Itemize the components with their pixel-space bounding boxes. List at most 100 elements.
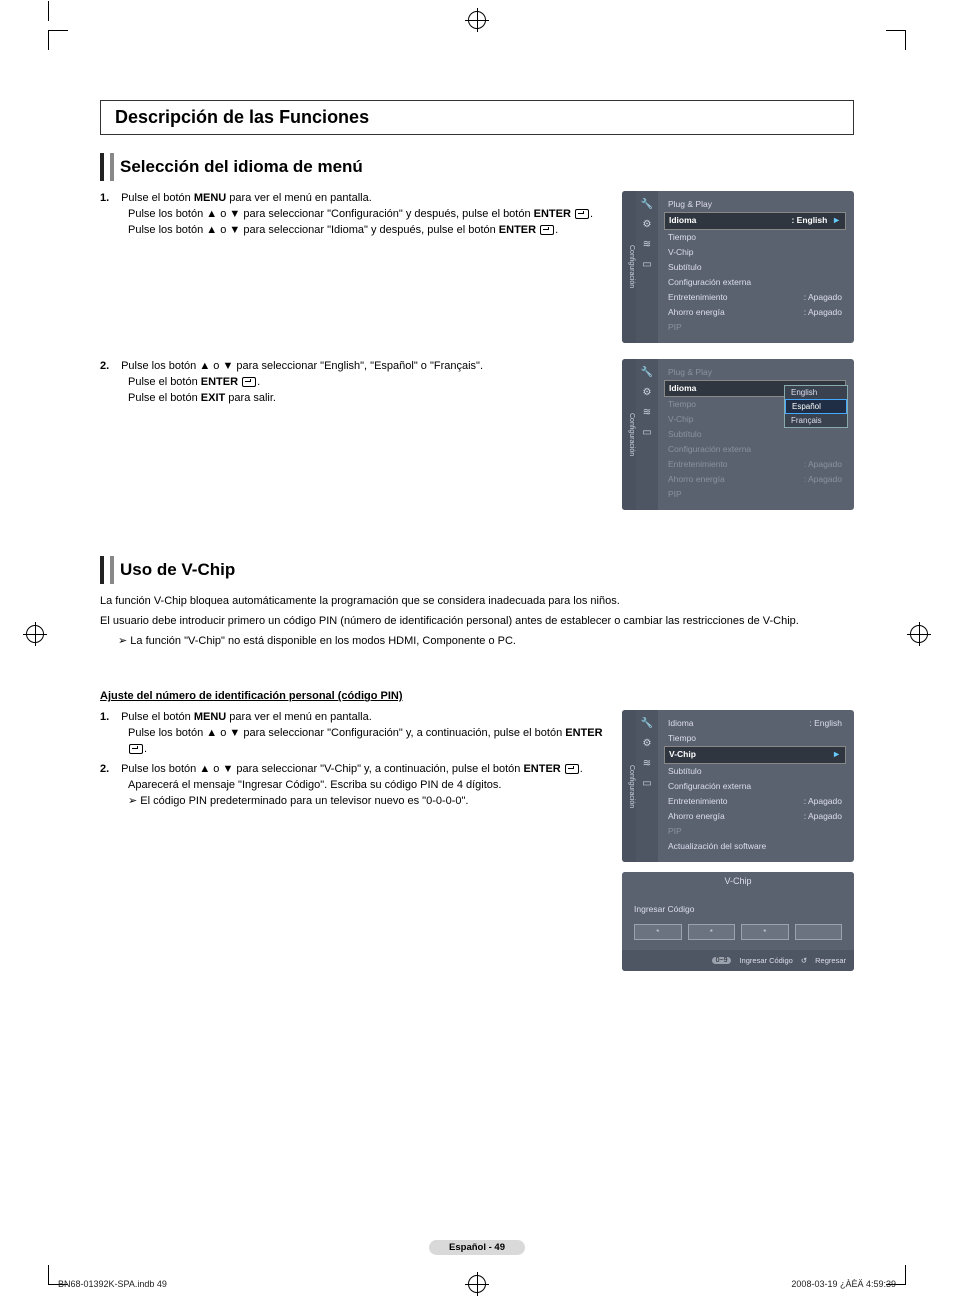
footer-label: Ingresar Código (739, 956, 792, 965)
menu-key: MENU (194, 192, 226, 204)
input-icon: ▭ (640, 257, 654, 271)
input-icon: ▭ (640, 425, 654, 439)
osd-icon-column: 🔧 ⚙ ≋ ▭ (636, 359, 658, 510)
osd-list: Plug & Play Idioma Tiempo V-Chip Subtítu… (658, 359, 854, 510)
step-text: Pulse el botón ENTER . (128, 375, 604, 391)
step-text: Pulse el botón EXIT para salir. (128, 391, 604, 407)
osd-row-dim: Entretenimiento : Apagado (664, 457, 846, 472)
osd-row: Plug & Play (664, 197, 846, 212)
osd-row-dim: PIP (664, 487, 846, 502)
signal-icon: ≋ (640, 237, 654, 251)
osd-label: Tiempo (668, 733, 696, 744)
enter-icon (575, 209, 589, 219)
input-icon: ▭ (640, 776, 654, 790)
osd-label: Configuración externa (668, 781, 751, 792)
t: Pulse los botón ▲ o ▼ para seleccionar "… (128, 727, 565, 739)
osd-box: Configuración 🔧 ⚙ ≋ ▭ Plug & Play Idioma… (622, 191, 854, 343)
step-text: Pulse los botón ▲ o ▼ para seleccionar "… (121, 360, 483, 372)
content-row: 2. Pulse los botón ▲ o ▼ para selecciona… (100, 359, 854, 520)
osd-label: Entretenimiento (668, 292, 728, 303)
osd-label: Idioma (669, 215, 696, 227)
arrow-icon: ► (832, 215, 841, 225)
t: para ver el menú en pantalla. (226, 711, 372, 723)
osd-side-label: Configuración (622, 710, 636, 862)
osd-row: Configuración externa (664, 275, 846, 290)
osd-column: Configuración 🔧 ⚙ ≋ ▭ Idioma: English Ti… (622, 710, 854, 971)
gear-icon: ⚙ (640, 385, 654, 399)
pin-slot: * (634, 924, 682, 940)
enter-key: ENTER (201, 376, 238, 388)
enter-key: ENTER (565, 727, 602, 739)
t: . (555, 224, 558, 236)
osd-screenshot: Configuración 🔧 ⚙ ≋ ▭ Plug & Play Idioma… (622, 191, 854, 353)
osd-label: V-Chip (668, 247, 694, 258)
osd-label: Idioma (668, 718, 694, 729)
enter-key: ENTER (499, 224, 536, 236)
step-text: Pulse los botón ▲ o ▼ para seleccionar "… (128, 207, 604, 223)
menu-key: MENU (194, 711, 226, 723)
signal-icon: ≋ (640, 756, 654, 770)
page-number-badge: Español - 49 (429, 1240, 525, 1255)
osd-label: PIP (668, 322, 682, 333)
t: Pulse el botón (128, 376, 201, 388)
osd-value: : Apagado (804, 474, 842, 485)
steps-column: 2. Pulse los botón ▲ o ▼ para selecciona… (100, 359, 604, 520)
dropdown-option: English (785, 386, 847, 399)
pin-slot: * (688, 924, 736, 940)
step-text: Pulse el botón MENU para ver el menú en … (121, 192, 372, 204)
exit-key: EXIT (201, 392, 225, 404)
registration-mark (468, 1275, 486, 1293)
arrow-icon: ► (832, 749, 841, 761)
osd-icon-column: 🔧 ⚙ ≋ ▭ (636, 710, 658, 862)
osd-row: Tiempo (664, 230, 846, 245)
section-title: Selección del idioma de menú (120, 157, 363, 177)
chapter-title-box: Descripción de las Funciones (100, 100, 854, 135)
gear-icon: ⚙ (640, 736, 654, 750)
osd-row: Actualización del software (664, 839, 846, 854)
signal-icon: ≋ (640, 405, 654, 419)
osd-box: Configuración 🔧 ⚙ ≋ ▭ Plug & Play Idioma… (622, 359, 854, 510)
pin-slot: * (741, 924, 789, 940)
osd-row: Subtítulo (664, 260, 846, 275)
note-text: La función "V-Chip" no está disponible e… (118, 634, 854, 650)
osd-value: : Apagado (804, 796, 842, 807)
enter-key: ENTER (534, 208, 571, 220)
osd-row-highlight: V-Chip► (664, 746, 846, 764)
osd-row-dim: PIP (664, 824, 846, 839)
note-text: El código PIN predeterminado para un tel… (128, 794, 604, 810)
return-icon: ↺ (801, 956, 807, 965)
osd-box: Configuración 🔧 ⚙ ≋ ▭ Idioma: English Ti… (622, 710, 854, 862)
footer-filename: BN68-01392K-SPA.indb 49 (58, 1279, 167, 1289)
osd-label: PIP (668, 489, 682, 500)
registration-mark (910, 625, 928, 643)
osd-row-dim: Subtítulo (664, 427, 846, 442)
osd-side-label: Configuración (622, 191, 636, 343)
t: . (144, 743, 147, 755)
osd-value: : Apagado (804, 307, 842, 318)
osd-label: Entretenimiento (668, 459, 728, 470)
osd-value: : Apagado (804, 459, 842, 470)
osd-row: Ahorro energía: Apagado (664, 809, 846, 824)
dropdown-option-selected: Español (785, 399, 847, 414)
osd-label: Plug & Play (668, 199, 712, 210)
osd-value: : Apagado (804, 292, 842, 303)
intro-text: La función V-Chip bloquea automáticament… (100, 594, 854, 610)
wrench-icon: 🔧 (640, 197, 654, 211)
content-row: 1. Pulse el botón MENU para ver el menú … (100, 710, 854, 971)
osd-row-dim: Plug & Play (664, 365, 846, 380)
osd-row: Configuración externa (664, 779, 846, 794)
osd-label: Configuración externa (668, 277, 751, 288)
enter-key: ENTER (523, 763, 560, 775)
enter-icon (565, 764, 579, 774)
footer-timestamp: 2008-03-19 ¿ÀÈÄ 4:59:39 (791, 1279, 896, 1289)
wrench-icon: 🔧 (640, 365, 654, 379)
content-row: 1. Pulse el botón MENU para ver el menú … (100, 191, 854, 353)
t: Pulse los botón ▲ o ▼ para seleccionar "… (121, 763, 523, 775)
osd-label: Subtítulo (668, 429, 702, 440)
crop-mark (48, 30, 68, 50)
osd-row: Ahorro energía: Apagado (664, 305, 846, 320)
osd-side-label: Configuración (622, 359, 636, 510)
enter-icon (540, 225, 554, 235)
t: Pulse los botón ▲ o ▼ para seleccionar "… (128, 224, 499, 236)
section-title-bar: Uso de V-Chip (100, 556, 854, 584)
